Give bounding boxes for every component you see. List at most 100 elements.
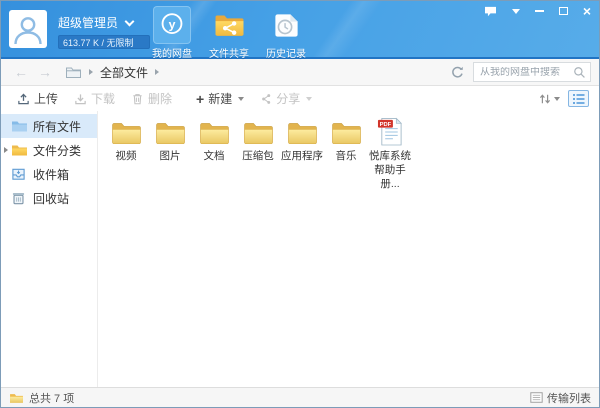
status-left: 总共 7 项 (9, 390, 74, 406)
file-name: 悦库系统帮助手册... (368, 149, 412, 192)
tab-my-drive[interactable]: y 我的网盘 (148, 6, 196, 60)
breadcrumb-location[interactable]: 全部文件 (100, 64, 148, 81)
file-name: 文档 (204, 149, 225, 163)
upload-label: 上传 (34, 90, 58, 107)
new-label: 新建 (208, 90, 232, 107)
file-item-pdf[interactable]: PDF 悦库系统帮助手册... (368, 115, 412, 192)
transfer-list-button[interactable]: 传输列表 (530, 390, 591, 406)
caret-down-icon (554, 97, 560, 101)
folder-icon (242, 115, 275, 147)
avatar[interactable] (9, 10, 47, 48)
file-item-folder[interactable]: 音乐 (324, 115, 368, 192)
share-icon (260, 93, 272, 105)
upload-button[interactable]: 上传 (11, 88, 64, 109)
sidebar-item-label: 收件箱 (33, 166, 69, 183)
storage-quota-text: 613.77 K / 无限制 (59, 36, 134, 49)
file-name: 压缩包 (242, 149, 274, 163)
sidebar-item-all-files[interactable]: 所有文件 (1, 114, 97, 138)
close-button[interactable]: × (583, 5, 591, 17)
recycle-bin-icon (11, 191, 28, 205)
forward-button[interactable]: → (33, 64, 57, 80)
file-name: 视频 (116, 149, 137, 163)
back-button[interactable]: ← (9, 64, 33, 80)
minimize-button[interactable] (535, 5, 544, 17)
sort-button[interactable] (538, 92, 560, 106)
share-button[interactable]: 分享 (254, 88, 318, 109)
share-folder-icon (210, 6, 248, 44)
tab-file-share[interactable]: 文件共享 (205, 6, 253, 60)
svg-text:PDF: PDF (379, 122, 391, 128)
list-view-icon (572, 93, 586, 105)
folder-icon (330, 115, 363, 147)
download-icon (74, 92, 87, 105)
tab-label: 文件共享 (209, 45, 249, 60)
header: 超级管理员 613.77 K / 无限制 y 我的网盘 (1, 1, 599, 59)
folder-icon (286, 115, 319, 147)
download-label: 下载 (91, 90, 115, 107)
my-drive-icon: y (153, 6, 191, 44)
storage-quota-bar: 613.77 K / 无限制 (58, 35, 150, 49)
file-name: 应用程序 (281, 149, 323, 163)
root-folder-icon[interactable] (65, 65, 82, 79)
refresh-icon[interactable] (450, 65, 465, 80)
sort-arrows-icon (538, 92, 552, 106)
content-area: 所有文件 文件分类 (1, 111, 599, 387)
sidebar-item-label: 文件分类 (33, 142, 81, 159)
nav-right-group (450, 62, 591, 82)
sidebar-item-label: 回收站 (33, 190, 69, 207)
file-item-folder[interactable]: 应用程序 (280, 115, 324, 192)
blue-folder-icon (11, 119, 28, 133)
app-window: 超级管理员 613.77 K / 无限制 y 我的网盘 (0, 0, 600, 408)
history-clock-icon (267, 6, 305, 44)
main-tabs: y 我的网盘 文件共享 (148, 6, 310, 60)
sidebar: 所有文件 文件分类 (1, 111, 98, 387)
feedback-message-icon[interactable] (484, 5, 497, 17)
sidebar-item-recycle-bin[interactable]: 回收站 (1, 186, 97, 210)
sidebar-item-inbox[interactable]: 收件箱 (1, 162, 97, 186)
item-count: 总共 7 项 (29, 390, 74, 406)
breadcrumb-separator-icon (89, 69, 93, 75)
svg-text:y: y (169, 17, 176, 31)
search-icon[interactable] (573, 66, 586, 79)
search-input[interactable] (480, 67, 573, 78)
file-item-folder[interactable]: 文档 (192, 115, 236, 192)
transfer-list-label: 传输列表 (547, 390, 591, 406)
inbox-icon (11, 167, 28, 181)
mini-folder-icon (9, 392, 24, 404)
file-item-folder[interactable]: 压缩包 (236, 115, 280, 192)
folder-icon (110, 115, 143, 147)
transfer-list-icon (530, 392, 543, 403)
folder-icon (198, 115, 231, 147)
folder-icon (154, 115, 187, 147)
chevron-down-icon (125, 16, 135, 26)
download-button[interactable]: 下载 (68, 88, 121, 109)
file-name: 图片 (160, 149, 181, 163)
yellow-folder-icon (11, 143, 28, 157)
file-name: 音乐 (336, 149, 357, 163)
file-grid: 视频 图片 文档 压缩包 (98, 111, 599, 387)
tab-label: 历史记录 (266, 45, 306, 60)
toolbar-right-group (538, 90, 589, 107)
delete-button[interactable]: 删除 (125, 88, 178, 109)
user-icon (9, 10, 47, 48)
pdf-file-icon: PDF (377, 115, 404, 147)
user-menu[interactable]: 超级管理员 (58, 14, 133, 31)
breadcrumb-separator-icon (155, 69, 159, 75)
tab-history[interactable]: 历史记录 (262, 6, 310, 60)
status-bar: 总共 7 项 传输列表 (1, 387, 599, 407)
toolbar: 上传 下载 删除 + 新建 分享 (1, 86, 599, 111)
main-menu-icon[interactable] (512, 5, 520, 17)
trash-icon (131, 92, 144, 105)
new-button[interactable]: + 新建 (190, 88, 250, 109)
window-controls: × (484, 5, 591, 17)
file-item-folder[interactable]: 视频 (104, 115, 148, 192)
maximize-button[interactable] (559, 5, 568, 17)
share-label: 分享 (276, 90, 300, 107)
sidebar-item-file-category[interactable]: 文件分类 (1, 138, 97, 162)
delete-label: 删除 (148, 90, 172, 107)
list-view-button[interactable] (568, 90, 589, 107)
file-item-folder[interactable]: 图片 (148, 115, 192, 192)
caret-down-icon (306, 97, 312, 101)
expand-arrow-icon[interactable] (4, 147, 8, 153)
caret-down-icon (238, 97, 244, 101)
